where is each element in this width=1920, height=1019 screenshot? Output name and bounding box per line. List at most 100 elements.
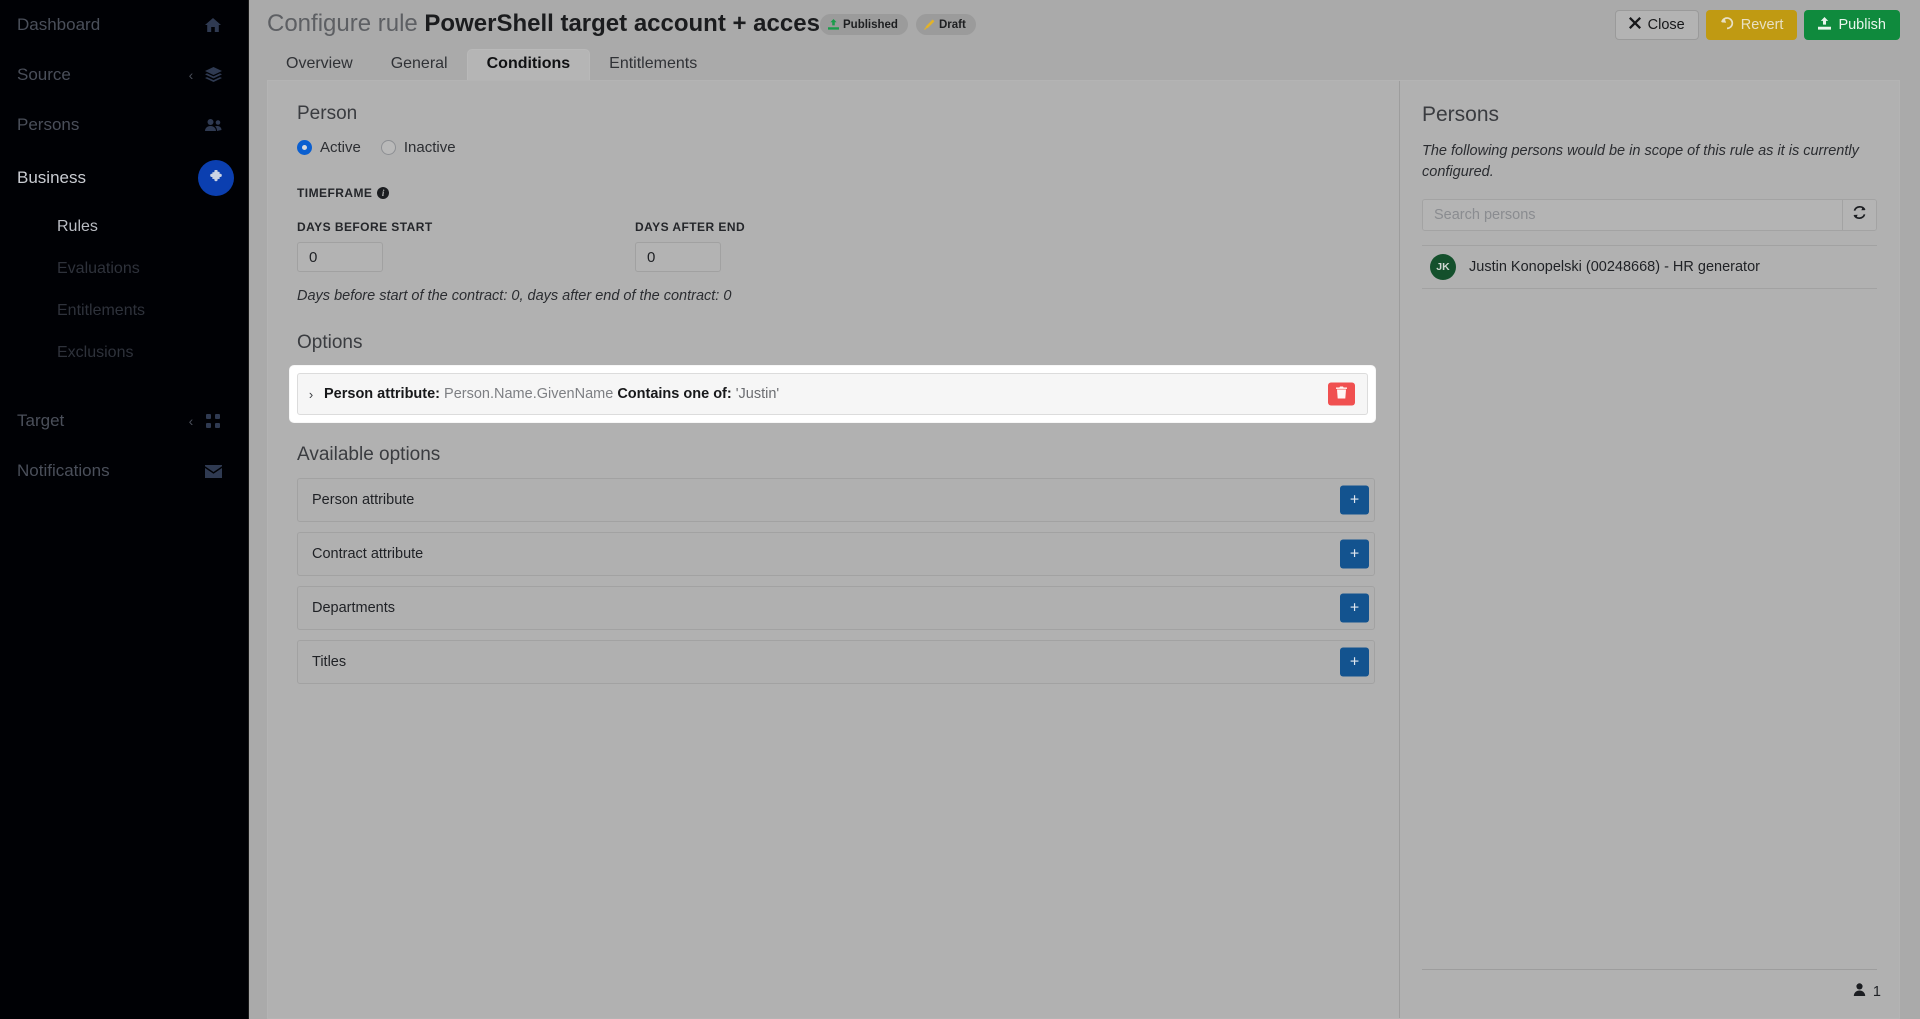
undo-icon — [1720, 16, 1734, 34]
page-title: Configure rule PowerShell target account… — [267, 10, 833, 38]
upload-icon — [828, 19, 839, 30]
upload-icon — [1818, 17, 1831, 34]
radio-active[interactable]: Active — [297, 139, 361, 156]
days-before-label: DAYS BEFORE START — [297, 220, 433, 234]
days-before-field: DAYS BEFORE START 0 — [268, 220, 433, 272]
sidebar-item-label: Source — [17, 65, 182, 85]
status-badge-published: Published — [820, 14, 908, 35]
sidebar-item-evaluations[interactable]: Evaluations — [0, 248, 248, 290]
available-options-list: Person attribute + Contract attribute + … — [297, 478, 1375, 684]
sidebar-item-dashboard[interactable]: Dashboard — [0, 0, 248, 50]
search-input[interactable] — [1423, 200, 1842, 230]
sidebar-item-label: Notifications — [17, 461, 182, 481]
chevron-left-icon: ‹ — [182, 67, 200, 83]
list-item[interactable]: Contract attribute + — [297, 532, 1375, 576]
list-item[interactable]: JK Justin Konopelski (00248668) - HR gen… — [1422, 245, 1877, 289]
chevron-left-icon: ‹ — [182, 413, 200, 429]
pencil-icon — [924, 19, 935, 30]
radio-inactive[interactable]: Inactive — [381, 139, 456, 156]
revert-button[interactable]: Revert — [1706, 10, 1798, 40]
person-status-radio-group: Active Inactive — [297, 139, 1398, 156]
list-item[interactable]: Person attribute + — [297, 478, 1375, 522]
option-label: Titles — [312, 654, 346, 670]
days-after-input[interactable]: 0 — [635, 242, 721, 272]
list-item[interactable]: Titles + — [297, 640, 1375, 684]
radio-indicator — [381, 140, 396, 155]
revert-button-label: Revert — [1741, 17, 1784, 33]
persons-count-footer: 1 — [1853, 983, 1881, 1000]
sidebar-item-exclusions[interactable]: Exclusions — [0, 332, 248, 374]
people-icon — [200, 118, 226, 132]
x-icon — [1629, 17, 1641, 33]
tab-entitlements[interactable]: Entitlements — [590, 50, 716, 80]
tab-general[interactable]: General — [372, 50, 467, 80]
condition-attribute-path: Person.Name.GivenName — [444, 386, 613, 402]
home-icon — [200, 17, 226, 33]
add-person-attribute-button[interactable]: + — [1340, 486, 1369, 515]
tab-label: Overview — [286, 55, 353, 72]
refresh-button[interactable] — [1842, 200, 1876, 230]
timeframe-note: Days before start of the contract: 0, da… — [297, 288, 1398, 304]
refresh-icon — [1852, 205, 1867, 225]
timeframe-fields: DAYS BEFORE START 0 DAYS AFTER END 0 — [268, 220, 1398, 286]
sidebar-item-label: Rules — [57, 218, 98, 236]
option-label: Departments — [312, 600, 395, 616]
chevron-right-icon[interactable]: › — [298, 387, 324, 402]
list-item[interactable]: Departments + — [297, 586, 1375, 630]
sidebar-item-label: Exclusions — [57, 344, 133, 362]
delete-condition-button[interactable] — [1328, 383, 1355, 406]
page-title-name: PowerShell target account + access — [424, 10, 833, 37]
sidebar-item-persons[interactable]: Persons — [0, 100, 248, 150]
persons-list: JK Justin Konopelski (00248668) - HR gen… — [1422, 245, 1877, 289]
sidebar-divider — [0, 374, 248, 396]
page-title-prefix: Configure rule — [267, 10, 418, 37]
sidebar: Dashboard Source ‹ Persons Business ⌄ — [0, 0, 249, 1019]
sidebar-item-notifications[interactable]: Notifications — [0, 446, 248, 496]
close-button-label: Close — [1648, 17, 1685, 33]
divider — [1422, 969, 1877, 970]
days-after-field: DAYS AFTER END 0 — [606, 220, 745, 272]
sidebar-item-label: Persons — [17, 115, 182, 135]
status-badge-label: Published — [843, 19, 898, 31]
radio-label: Active — [320, 139, 361, 156]
available-options-title: Available options — [297, 444, 1398, 466]
tab-conditions[interactable]: Conditions — [467, 49, 591, 80]
info-icon[interactable]: i — [377, 187, 389, 199]
trash-icon — [1336, 385, 1347, 403]
grid-icon — [200, 414, 226, 428]
tab-bar: Overview General Conditions Entitlements — [267, 50, 1920, 80]
sidebar-item-rules[interactable]: Rules — [0, 206, 248, 248]
condition-value: 'Justin' — [736, 386, 779, 402]
radio-label: Inactive — [404, 139, 456, 156]
layers-icon — [200, 67, 226, 83]
option-label: Person attribute — [312, 492, 414, 508]
conditions-panel: Person Active Inactive TIMEFRAME — [267, 80, 1900, 1019]
sidebar-item-source[interactable]: Source ‹ — [0, 50, 248, 100]
header-actions: Close Revert Publish — [1615, 10, 1900, 40]
persons-panel-title: Persons — [1422, 103, 1899, 127]
add-departments-button[interactable]: + — [1340, 594, 1369, 623]
sidebar-item-entitlements[interactable]: Entitlements — [0, 290, 248, 332]
option-label: Contract attribute — [312, 546, 423, 562]
sidebar-item-target[interactable]: Target ‹ — [0, 396, 248, 446]
tab-overview[interactable]: Overview — [267, 50, 372, 80]
add-contract-attribute-button[interactable]: + — [1340, 540, 1369, 569]
add-titles-button[interactable]: + — [1340, 648, 1369, 677]
person-icon — [1853, 983, 1866, 1000]
person-section-title: Person — [297, 103, 1398, 125]
person-name: Justin Konopelski (00248668) - HR genera… — [1469, 259, 1760, 275]
days-before-input[interactable]: 0 — [297, 242, 383, 272]
publish-button[interactable]: Publish — [1804, 10, 1900, 40]
avatar: JK — [1430, 254, 1456, 280]
tab-label: Conditions — [487, 55, 571, 72]
sidebar-item-business[interactable]: Business ⌄ — [0, 150, 248, 206]
radio-indicator — [297, 140, 312, 155]
condition-row[interactable]: › Person attribute: Person.Name.GivenNam… — [297, 373, 1368, 415]
timeframe-label-row: TIMEFRAME i — [297, 186, 1398, 200]
close-button[interactable]: Close — [1615, 10, 1699, 40]
timeframe-label: TIMEFRAME — [297, 186, 372, 200]
persons-count: 1 — [1873, 984, 1881, 1000]
condition-attribute-label: Person attribute: — [324, 386, 440, 402]
persons-search-wrapper — [1422, 199, 1877, 231]
status-badges: Published Draft — [820, 14, 976, 35]
